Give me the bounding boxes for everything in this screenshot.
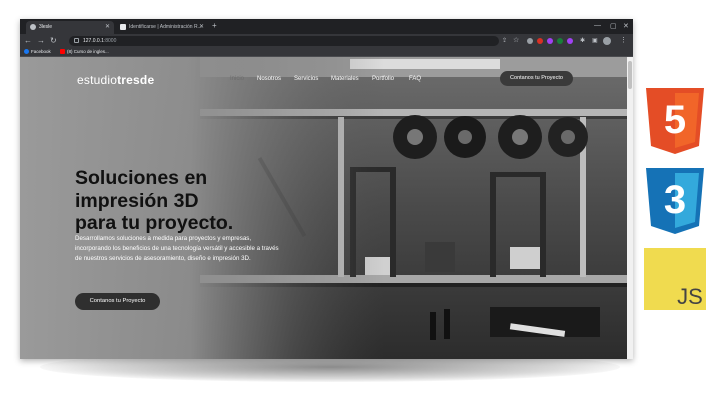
minimize-icon[interactable]: — xyxy=(594,22,601,29)
extension-icon[interactable] xyxy=(527,38,533,44)
menu-kebab-icon[interactable]: ⋮ xyxy=(620,36,627,46)
side-panel-icon[interactable]: ▣ xyxy=(592,36,598,46)
tab-active[interactable]: 3lesle ✕ xyxy=(26,21,114,34)
extension-icon[interactable] xyxy=(537,38,543,44)
nav-materiales[interactable]: Materiales xyxy=(331,76,359,82)
headline-line: para tu proyecto. xyxy=(75,212,234,234)
address-bar[interactable]: 127.0.0.1:8000 xyxy=(69,36,499,46)
bookmark-youtube[interactable]: (8) Curso de ingles... xyxy=(60,49,109,55)
tab-strip: 3lesle ✕ Identificarse | Administración … xyxy=(20,19,633,34)
extension-icon[interactable] xyxy=(557,38,563,44)
forward-arrow-icon[interactable]: → xyxy=(37,36,45,46)
page-viewport: estudiotresde Inicio Nosotros Servicios … xyxy=(20,57,627,359)
info-icon[interactable] xyxy=(74,38,79,43)
nav-servicios[interactable]: Servicios xyxy=(294,76,318,82)
reload-icon[interactable]: ↻ xyxy=(50,36,57,46)
headline-line: Soluciones en xyxy=(75,167,208,189)
nav-inicio[interactable]: Inicio xyxy=(230,76,244,82)
bookmarks-bar: Facebook (8) Curso de ingles... xyxy=(20,48,633,57)
tab-title: 3lesle xyxy=(39,24,53,30)
hero-cta-button[interactable]: Contanos tu Proyecto xyxy=(75,293,160,310)
back-arrow-icon[interactable]: ← xyxy=(24,36,32,46)
bookmark-star-icon[interactable]: ☆ xyxy=(513,36,519,46)
tab-title: Identificarse | Administración R... xyxy=(129,24,202,30)
bookmark-facebook[interactable]: Facebook xyxy=(24,49,51,55)
facebook-icon xyxy=(24,49,29,55)
site-logo[interactable]: estudiotresde xyxy=(77,73,154,87)
javascript-icon: JS xyxy=(644,248,706,310)
browser-window: 3lesle ✕ Identificarse | Administración … xyxy=(20,19,633,359)
youtube-icon xyxy=(60,49,65,55)
close-tab-icon[interactable]: ✕ xyxy=(199,23,204,30)
browser-toolbar: ← → ↻ 127.0.0.1:8000 ⇪ ☆ ✱ ▣ ⋮ xyxy=(20,34,633,48)
close-window-icon[interactable]: ✕ xyxy=(623,22,629,30)
nav-faq[interactable]: FAQ xyxy=(409,76,421,82)
scrollbar-thumb[interactable] xyxy=(628,61,632,89)
favicon-icon xyxy=(30,24,36,30)
extensions-puzzle-icon[interactable]: ✱ xyxy=(580,36,585,46)
screenshot-stage: 3lesle ✕ Identificarse | Administración … xyxy=(0,0,720,400)
css3-icon: 3 xyxy=(646,168,704,234)
header-cta-button[interactable]: Contanos tu Proyecto xyxy=(500,71,573,86)
extension-icon[interactable] xyxy=(567,38,573,44)
extension-icon[interactable] xyxy=(547,38,553,44)
hero-headline: Soluciones en impresión 3D para tu proye… xyxy=(75,167,305,235)
css3-label: 3 xyxy=(664,178,686,222)
share-icon[interactable]: ⇪ xyxy=(502,36,507,46)
html5-icon: 5 xyxy=(646,88,704,154)
headline-line: impresión 3D xyxy=(75,189,199,212)
favicon-icon xyxy=(120,24,126,30)
hero-description: Desarrollamos soluciones a medida para p… xyxy=(75,235,279,263)
page-scrollbar[interactable] xyxy=(627,57,633,359)
url-text: 127.0.0.1:8000 xyxy=(83,38,117,44)
nav-portfolio[interactable]: Portfolio xyxy=(372,76,394,82)
nav-nosotros[interactable]: Nosotros xyxy=(257,76,281,82)
js-label: JS xyxy=(677,284,703,309)
close-tab-icon[interactable]: ✕ xyxy=(105,23,110,30)
maximize-icon[interactable]: ▢ xyxy=(610,22,617,30)
new-tab-button[interactable]: + xyxy=(212,21,217,30)
profile-avatar-icon[interactable] xyxy=(603,37,611,45)
tab-inactive[interactable]: Identificarse | Administración R... ✕ xyxy=(116,21,208,34)
html5-label: 5 xyxy=(664,98,686,142)
